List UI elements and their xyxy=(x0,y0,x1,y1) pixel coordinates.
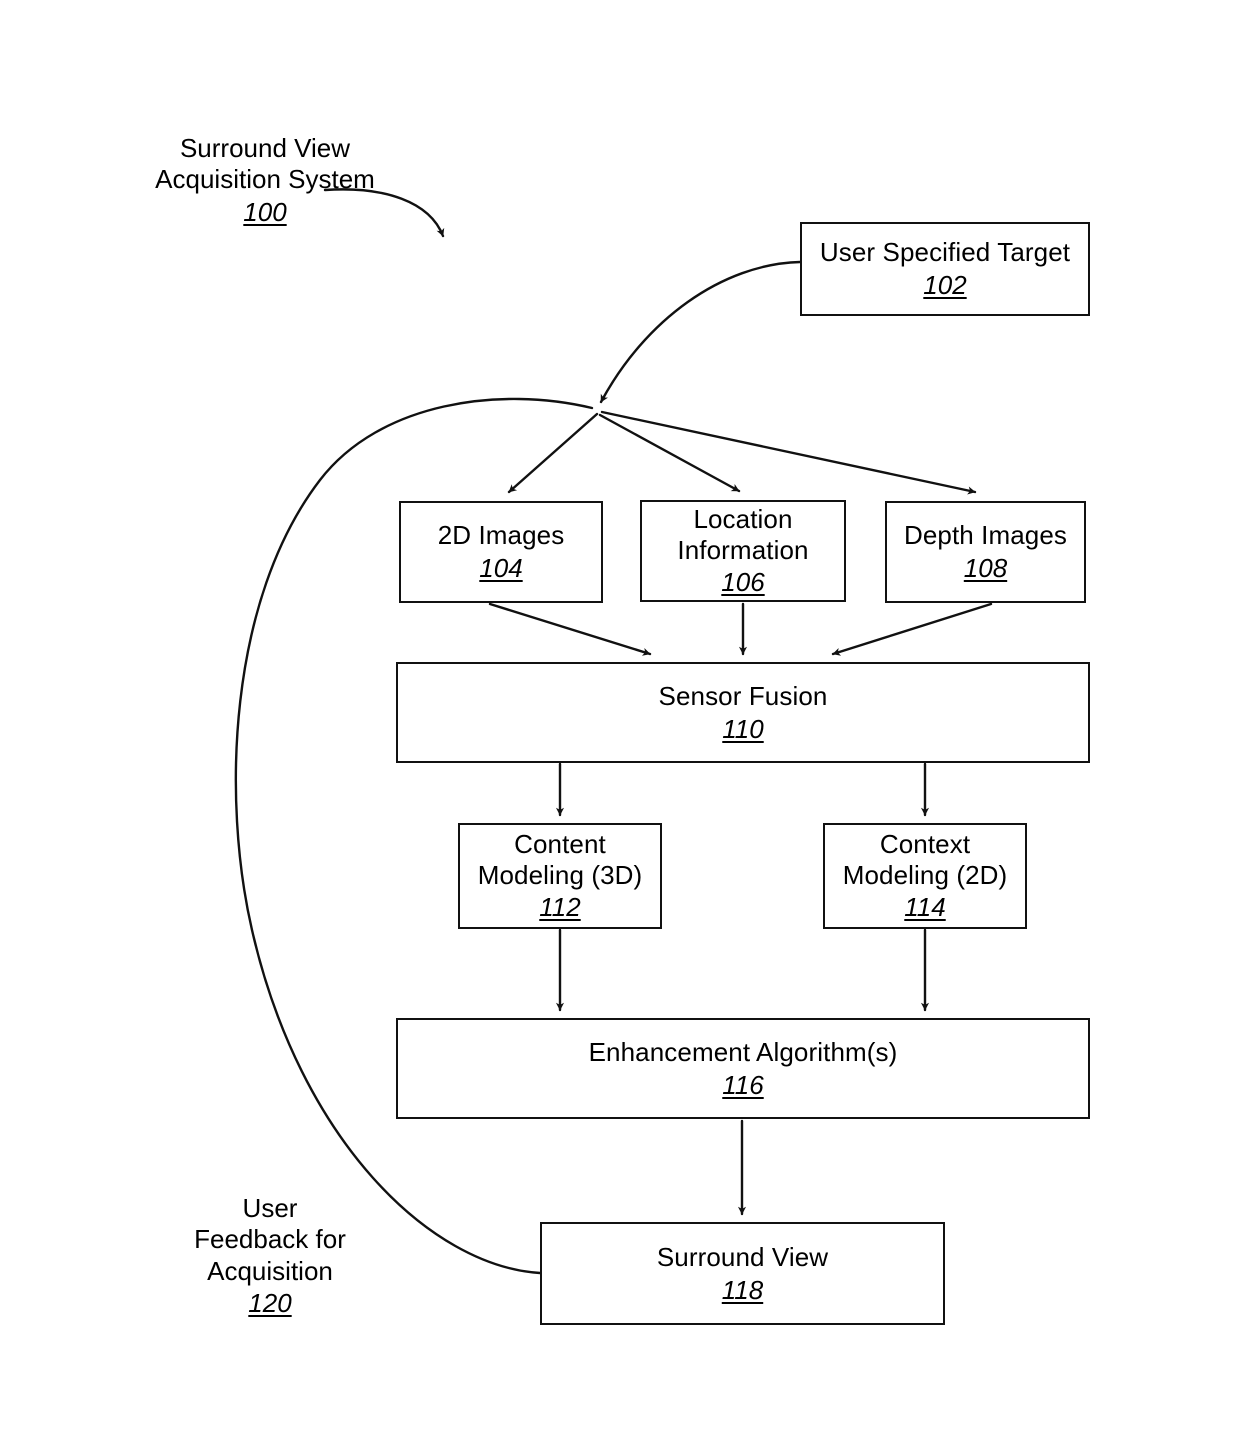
node-depth-images[interactable]: Depth Images 108 xyxy=(885,501,1086,603)
node-label: Surround View xyxy=(656,1241,829,1272)
edge-hub-to-2d-images xyxy=(507,412,599,494)
node-ref: 116 xyxy=(722,1069,764,1100)
edge-hub-to-location xyxy=(598,413,741,493)
node-ref: 108 xyxy=(963,553,1008,583)
node-enhancement-algorithms[interactable]: Enhancement Algorithm(s) 116 xyxy=(396,1018,1090,1119)
node-2d-images[interactable]: 2D Images 104 xyxy=(399,501,603,603)
node-ref: 118 xyxy=(721,1274,764,1305)
edge-hub-to-depth xyxy=(600,410,977,495)
node-content-modeling-3d[interactable]: Content Modeling (3D) 112 xyxy=(458,823,662,929)
node-label: 2D Images xyxy=(437,520,565,551)
node-label: User Specified Target xyxy=(819,237,1071,268)
node-label: Depth Images xyxy=(903,520,1068,551)
node-ref: 114 xyxy=(904,892,946,923)
user-feedback-label: User Feedback for Acquisition 120 xyxy=(170,1162,370,1350)
edge-target-to-hub xyxy=(599,260,802,404)
node-label: Content Modeling (3D) xyxy=(477,828,643,890)
node-ref: 102 xyxy=(923,270,967,300)
node-surround-view[interactable]: Surround View 118 xyxy=(540,1222,945,1325)
figure-title-text: Surround View Acquisition System xyxy=(155,133,375,195)
node-label: Context Modeling (2D) xyxy=(842,828,1008,890)
node-context-modeling-2d[interactable]: Context Modeling (2D) 114 xyxy=(823,823,1027,929)
node-label: Location Information xyxy=(677,503,809,565)
node-ref: 112 xyxy=(539,892,581,923)
patent-figure: Surround View Acquisition System 100 Use… xyxy=(0,0,1240,1454)
figure-title: Surround View Acquisition System 100 xyxy=(150,102,380,259)
edge-depth-to-fusion xyxy=(831,602,993,656)
user-feedback-text: User Feedback for Acquisition xyxy=(194,1193,346,1286)
figure-title-ref: 100 xyxy=(243,196,287,227)
node-user-specified-target[interactable]: User Specified Target 102 xyxy=(800,222,1090,316)
node-label: Sensor Fusion xyxy=(658,680,828,711)
node-ref: 104 xyxy=(479,553,523,583)
node-sensor-fusion[interactable]: Sensor Fusion 110 xyxy=(396,662,1090,763)
user-feedback-ref: 120 xyxy=(248,1287,292,1318)
edge-2d-images-to-fusion xyxy=(488,602,652,656)
node-label: Enhancement Algorithm(s) xyxy=(588,1036,898,1067)
node-ref: 110 xyxy=(722,713,764,744)
node-ref: 106 xyxy=(721,567,765,598)
node-location-information[interactable]: Location Information 106 xyxy=(640,500,846,602)
